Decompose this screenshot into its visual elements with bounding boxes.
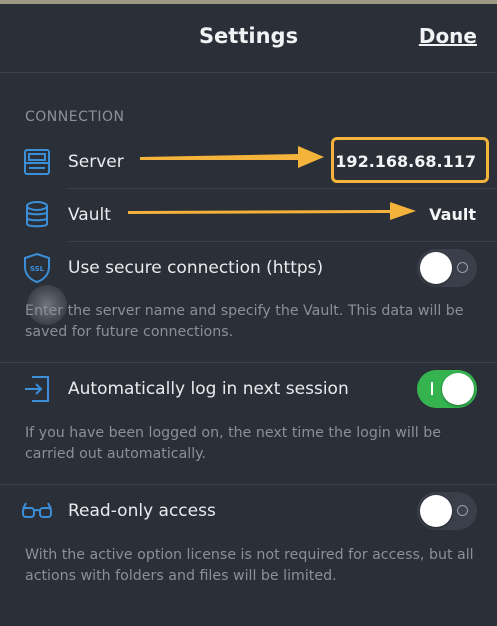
toggle-off-indicator xyxy=(457,262,468,273)
read-only-label: Read-only access xyxy=(68,501,216,521)
section-label-connection: CONNECTION xyxy=(25,109,125,125)
toggle-knob xyxy=(420,252,452,284)
read-only-toggle[interactable] xyxy=(417,492,477,530)
auto-login-label: Automatically log in next session xyxy=(68,379,349,399)
vault-row[interactable]: Vault Vault xyxy=(0,189,497,241)
auto-login-row: Automatically log in next session xyxy=(0,363,497,415)
svg-text:SSL: SSL xyxy=(30,265,45,273)
auto-login-description: If you have been logged on, the next tim… xyxy=(25,425,441,462)
shield-ssl-icon: SSL xyxy=(22,252,52,288)
read-only-row: Read-only access xyxy=(0,485,497,537)
server-icon xyxy=(22,148,52,180)
header: Settings Done xyxy=(0,4,497,73)
server-label: Server xyxy=(68,152,124,172)
connection-description: Enter the server name and specify the Va… xyxy=(25,303,464,340)
login-icon xyxy=(22,374,52,408)
glasses-icon xyxy=(21,498,53,528)
done-button[interactable]: Done xyxy=(419,24,477,48)
server-highlight-box xyxy=(331,137,489,183)
read-only-description: With the active option license is not re… xyxy=(25,547,474,584)
toggle-knob xyxy=(442,373,474,405)
toggle-knob xyxy=(420,495,452,527)
secure-connection-row: SSL Use secure connection (https) xyxy=(0,242,497,294)
auto-login-toggle[interactable] xyxy=(417,370,477,408)
secure-connection-toggle[interactable] xyxy=(417,249,477,287)
toggle-off-indicator xyxy=(457,505,468,516)
vault-label: Vault xyxy=(68,205,111,225)
vault-value[interactable]: Vault xyxy=(429,205,476,224)
database-icon xyxy=(22,200,52,234)
secure-connection-label: Use secure connection (https) xyxy=(68,258,324,278)
toggle-on-indicator xyxy=(431,382,433,395)
